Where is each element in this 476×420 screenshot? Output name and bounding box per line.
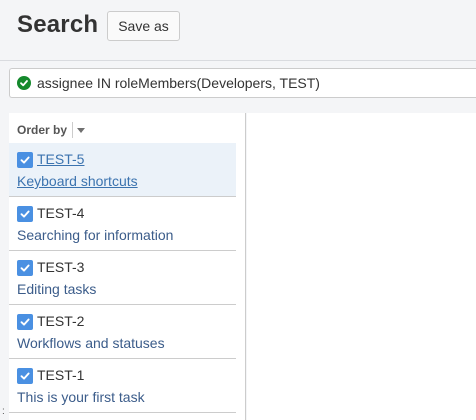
issue-key-link[interactable]: TEST-2 bbox=[37, 313, 84, 329]
order-by-control[interactable]: Order by bbox=[17, 121, 86, 139]
jql-search-field[interactable]: assignee IN roleMembers(Developers, TEST… bbox=[9, 68, 476, 98]
page-header: Search Save as bbox=[0, 0, 476, 60]
task-icon bbox=[17, 368, 33, 384]
order-by-separator bbox=[72, 122, 74, 138]
issue-list-item[interactable]: TEST-2 Workflows and statuses bbox=[9, 305, 236, 359]
issue-summary-link[interactable]: Searching for information bbox=[17, 227, 173, 243]
save-as-button[interactable]: Save as bbox=[107, 11, 180, 41]
issue-list-item[interactable]: TEST-5 Keyboard shortcuts bbox=[9, 143, 236, 197]
check-circle-icon bbox=[17, 76, 31, 90]
order-by-label[interactable]: Order by bbox=[17, 123, 67, 137]
issue-key-link[interactable]: TEST-3 bbox=[37, 259, 84, 275]
issue-summary-link[interactable]: This is your first task bbox=[17, 389, 145, 405]
issue-list-item[interactable]: TEST-1 This is your first task bbox=[9, 359, 236, 413]
task-icon bbox=[17, 206, 33, 222]
resize-handle[interactable]: : bbox=[2, 406, 5, 417]
task-icon bbox=[17, 260, 33, 276]
issue-list-panel: Order by TEST-5 Keyboard shortcuts TEST-… bbox=[9, 113, 246, 420]
task-icon bbox=[17, 314, 33, 330]
issue-key-link[interactable]: TEST-4 bbox=[37, 205, 84, 221]
issue-list-item[interactable]: TEST-3 Editing tasks bbox=[9, 251, 236, 305]
task-icon bbox=[17, 152, 33, 168]
issue-detail-panel bbox=[247, 113, 476, 420]
issue-summary-link[interactable]: Editing tasks bbox=[17, 281, 96, 297]
issue-summary-link[interactable]: Workflows and statuses bbox=[17, 335, 165, 351]
issue-summary-link[interactable]: Keyboard shortcuts bbox=[17, 173, 138, 189]
jql-query-text[interactable]: assignee IN roleMembers(Developers, TEST… bbox=[37, 75, 320, 91]
issue-list-item[interactable]: TEST-4 Searching for information bbox=[9, 197, 236, 251]
issue-key-link[interactable]: TEST-5 bbox=[37, 151, 84, 167]
issue-key-link[interactable]: TEST-1 bbox=[37, 367, 84, 383]
page-title: Search bbox=[17, 11, 99, 38]
chevron-down-icon[interactable] bbox=[77, 127, 86, 133]
header-divider bbox=[0, 60, 476, 61]
